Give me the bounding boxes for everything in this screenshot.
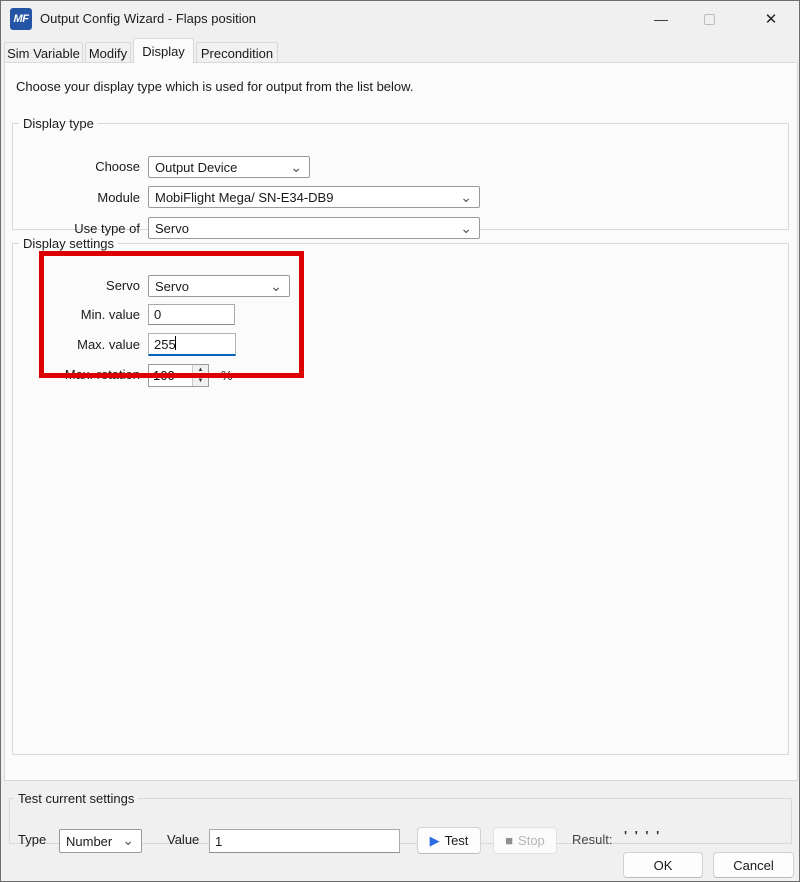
test-type-label: Type (18, 832, 46, 847)
max-rotation-input[interactable] (149, 365, 192, 386)
module-select[interactable]: MobiFlight Mega/ SN-E34-DB9 ⌄ (148, 186, 480, 208)
test-settings-legend: Test current settings (14, 791, 138, 806)
tab-display[interactable]: Display (133, 38, 194, 63)
display-type-group: Display type Choose Output Device ⌄ Modu… (12, 116, 789, 230)
max-value-input[interactable] (148, 333, 236, 356)
chevron-down-icon: ⌄ (290, 158, 302, 176)
instruction-text: Choose your display type which is used f… (16, 79, 413, 94)
test-value-input[interactable] (209, 829, 400, 853)
app-icon: MF (10, 8, 32, 30)
arrow-down-icon: ▼ (198, 378, 204, 384)
stop-button-label: Stop (518, 833, 545, 848)
chevron-down-icon: ⌄ (122, 831, 134, 849)
use-type-label: Use type of (13, 221, 140, 236)
chevron-down-icon: ⌄ (460, 188, 472, 206)
display-tab-page: Choose your display type which is used f… (4, 62, 798, 781)
result-value: ' ' ' ' (624, 828, 661, 843)
test-type-select-value: Number (66, 834, 112, 849)
window-title: Output Config Wizard - Flaps position (40, 11, 256, 26)
module-label: Module (13, 190, 140, 205)
module-select-value: MobiFlight Mega/ SN-E34-DB9 (155, 190, 333, 205)
text-caret (175, 336, 176, 350)
test-settings-group: Test current settings Type Number ⌄ Valu… (9, 791, 792, 844)
tab-sim-variable[interactable]: Sim Variable (4, 42, 83, 63)
use-type-select-value: Servo (155, 221, 189, 236)
display-settings-legend: Display settings (19, 236, 118, 251)
spin-up-button[interactable]: ▲ (193, 365, 208, 375)
min-value-label: Min. value (13, 307, 140, 322)
stepper-buttons: ▲ ▼ (192, 365, 208, 386)
choose-label: Choose (13, 159, 140, 174)
test-value-label: Value (167, 832, 199, 847)
cancel-button[interactable]: Cancel (713, 852, 794, 878)
maximize-button[interactable] (686, 1, 732, 37)
servo-label: Servo (13, 278, 140, 293)
choose-select[interactable]: Output Device ⌄ (148, 156, 310, 178)
chevron-down-icon: ⌄ (270, 277, 282, 295)
tab-modify[interactable]: Modify (85, 42, 131, 63)
display-settings-group: Display settings Servo Servo ⌄ Min. valu… (12, 236, 789, 755)
close-icon: ✕ (765, 10, 778, 28)
max-value-field (148, 333, 236, 356)
stop-icon: ■ (505, 834, 513, 847)
app-icon-text: MF (14, 13, 29, 25)
min-value-input[interactable] (148, 304, 235, 325)
display-type-legend: Display type (19, 116, 98, 131)
title-bar: MF Output Config Wizard - Flaps position… (1, 1, 799, 37)
test-type-select[interactable]: Number ⌄ (59, 829, 142, 853)
result-label: Result: (572, 832, 612, 847)
arrow-up-icon: ▲ (198, 367, 204, 373)
ok-button[interactable]: OK (623, 852, 703, 878)
minimize-icon: — (654, 11, 668, 27)
max-rotation-stepper: ▲ ▼ (148, 364, 209, 387)
minimize-button[interactable]: — (638, 1, 684, 37)
tab-precondition[interactable]: Precondition (196, 42, 278, 63)
servo-select[interactable]: Servo ⌄ (148, 275, 290, 297)
choose-select-value: Output Device (155, 160, 237, 175)
test-button-label: Test (445, 833, 469, 848)
maximize-icon (704, 14, 715, 25)
servo-select-value: Servo (155, 279, 189, 294)
stop-button[interactable]: ■ Stop (493, 827, 557, 854)
chevron-down-icon: ⌄ (460, 219, 472, 237)
test-button[interactable]: ▶ Test (417, 827, 481, 854)
dialog-window: MF Output Config Wizard - Flaps position… (0, 0, 800, 882)
spin-down-button[interactable]: ▼ (193, 375, 208, 386)
play-icon: ▶ (430, 834, 440, 847)
close-button[interactable]: ✕ (748, 1, 794, 37)
rotation-unit-label: % (221, 368, 233, 383)
max-rotation-label: Max. rotation (13, 367, 140, 382)
max-value-label: Max. value (13, 337, 140, 352)
